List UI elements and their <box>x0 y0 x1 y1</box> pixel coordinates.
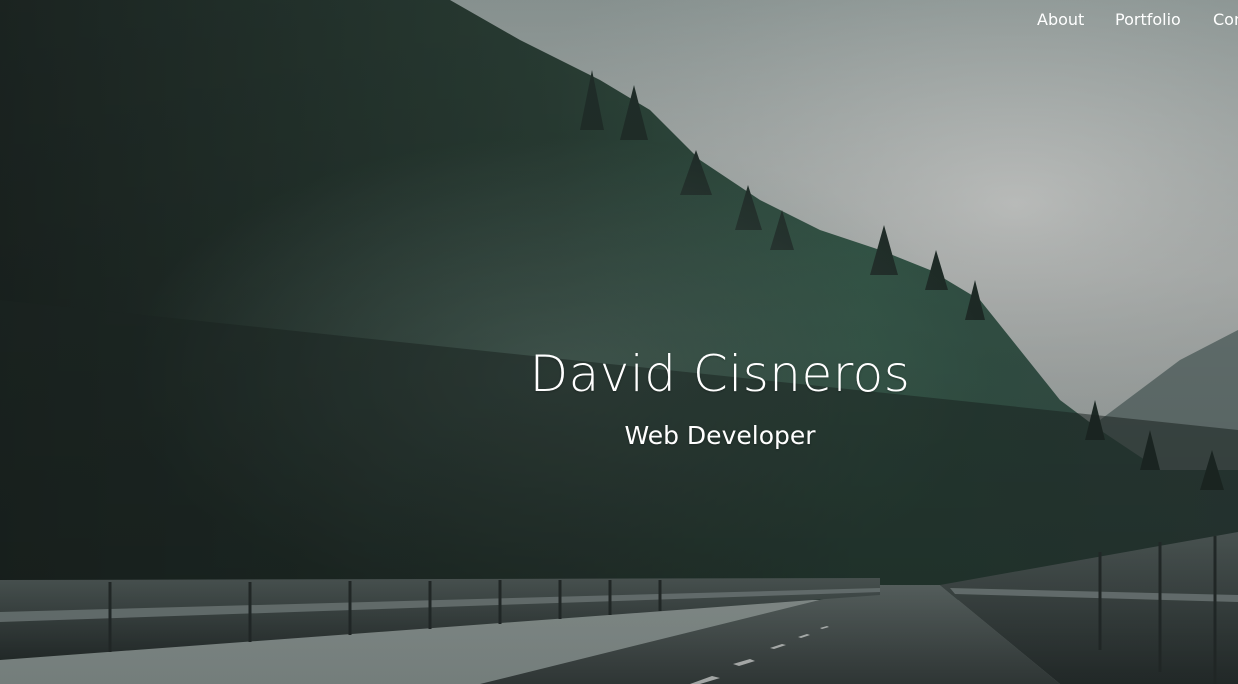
nav-link-about[interactable]: About <box>1037 10 1084 29</box>
hero-background-image <box>0 0 1238 684</box>
top-navigation: About Portfolio Contact <box>0 0 1238 40</box>
nav-link-contact[interactable]: Contact <box>1213 10 1238 29</box>
nav-link-portfolio[interactable]: Portfolio <box>1115 10 1181 29</box>
hero-role: Web Developer <box>624 421 816 450</box>
hero-name: David Cisneros <box>529 345 911 403</box>
hero-section: About Portfolio Contact David Cisneros W… <box>0 0 1238 684</box>
